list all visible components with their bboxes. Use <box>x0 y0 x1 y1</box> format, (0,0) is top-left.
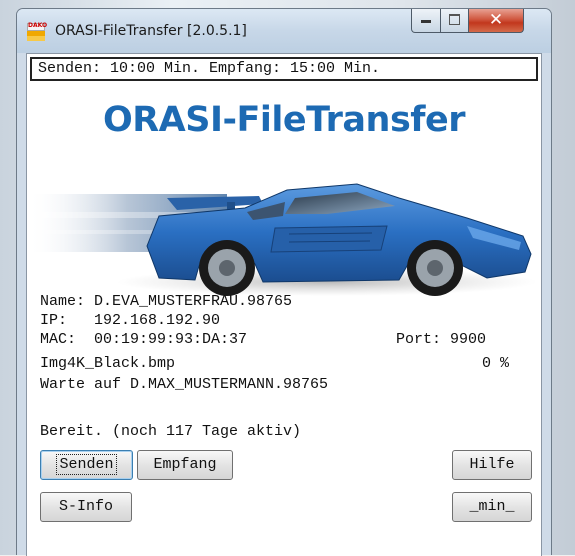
mac-label: MAC: <box>40 331 77 348</box>
receive-button[interactable]: Empfang <box>137 450 233 480</box>
brand-title: ORASI-FileTransfer <box>102 100 466 140</box>
client-area: Senden: 10:00 Min. Empfang: 15:00 Min. O… <box>26 53 542 556</box>
minimize-app-button-label: _min_ <box>469 498 515 515</box>
app-window: DAKO ORASI-FileTransfer [2.0.5.1] ✕ Send… <box>16 8 552 556</box>
ip-label: IP: <box>40 312 68 329</box>
minimize-app-button[interactable]: _min_ <box>452 492 532 522</box>
name-row: Name: D.EVA_MUSTERFRAU.98765 <box>40 293 292 311</box>
port-row: Port: 9900 <box>396 331 486 349</box>
ip-value: 192.168.192.90 <box>94 312 221 329</box>
send-button-label: Senden <box>56 454 117 475</box>
mac-row: MAC: 00:19:99:93:DA:37 <box>40 331 247 349</box>
minimize-icon <box>412 20 440 23</box>
maximize-window-button[interactable] <box>440 9 469 33</box>
maximize-icon <box>441 14 468 25</box>
receive-button-label: Empfang <box>153 456 217 473</box>
port-label: Port: <box>396 331 442 348</box>
ready-status: Bereit. (noch 117 Tage aktiv) <box>40 423 302 440</box>
timer-status-line: Senden: 10:00 Min. Empfang: 15:00 Min. <box>30 57 538 81</box>
name-value: D.EVA_MUSTERFRAU.98765 <box>94 293 293 310</box>
ip-row: IP: 192.168.192.90 <box>40 312 220 330</box>
help-button[interactable]: Hilfe <box>452 450 532 480</box>
send-button[interactable]: Senden <box>40 450 133 480</box>
sinfo-button-label: S-Info <box>58 498 113 515</box>
help-button-label: Hilfe <box>469 456 515 473</box>
window-title: ORASI-FileTransfer [2.0.5.1] <box>55 23 247 39</box>
file-name: Img4K_Black.bmp <box>40 355 176 372</box>
minimize-window-button[interactable] <box>411 9 441 33</box>
mac-value: 00:19:99:93:DA:37 <box>94 331 248 348</box>
waiting-status: Warte auf D.MAX_MUSTERMANN.98765 <box>40 376 329 393</box>
caption-buttons: ✕ <box>391 9 544 33</box>
rear-wheel <box>199 240 255 296</box>
name-label: Name: <box>40 293 86 310</box>
progress-percent: 0 % <box>482 355 510 372</box>
port-value: 9900 <box>450 331 487 348</box>
app-icon: DAKO <box>27 22 48 41</box>
sinfo-button[interactable]: S-Info <box>40 492 132 522</box>
app-icon-text: DAKO <box>28 22 48 29</box>
close-icon: ✕ <box>488 10 504 30</box>
front-wheel <box>407 240 463 296</box>
title-bar[interactable]: DAKO ORASI-FileTransfer [2.0.5.1] ✕ <box>17 9 551 53</box>
sports-car-image <box>27 183 537 296</box>
close-window-button[interactable]: ✕ <box>468 9 524 33</box>
